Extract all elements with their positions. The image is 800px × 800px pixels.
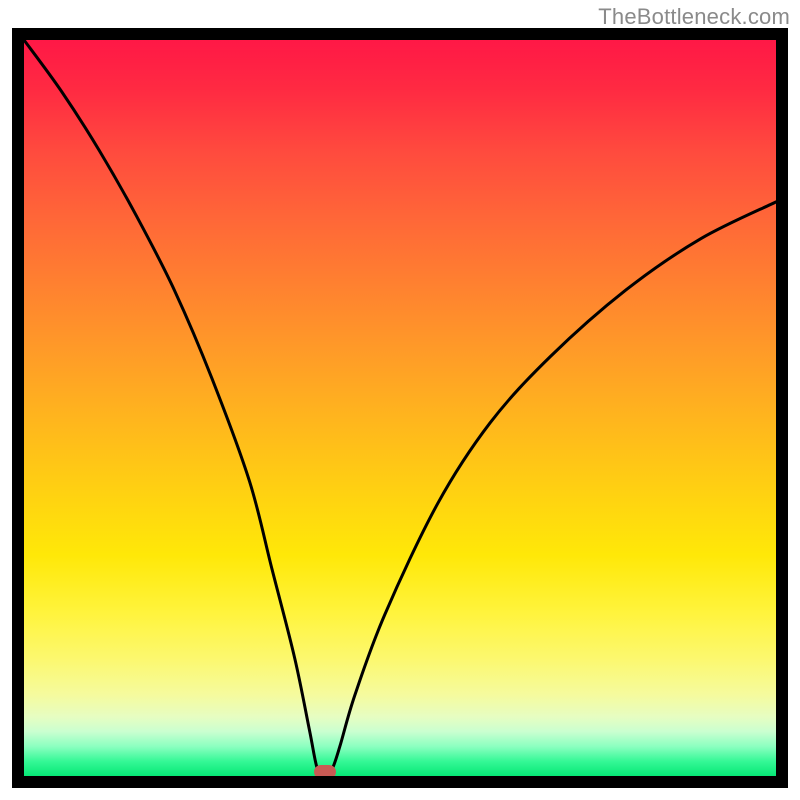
- minimum-marker: [314, 765, 336, 776]
- watermark-text: TheBottleneck.com: [598, 4, 790, 30]
- chart-plot-area: [24, 40, 776, 776]
- chart-frame: [12, 28, 788, 788]
- bottleneck-curve: [24, 40, 776, 776]
